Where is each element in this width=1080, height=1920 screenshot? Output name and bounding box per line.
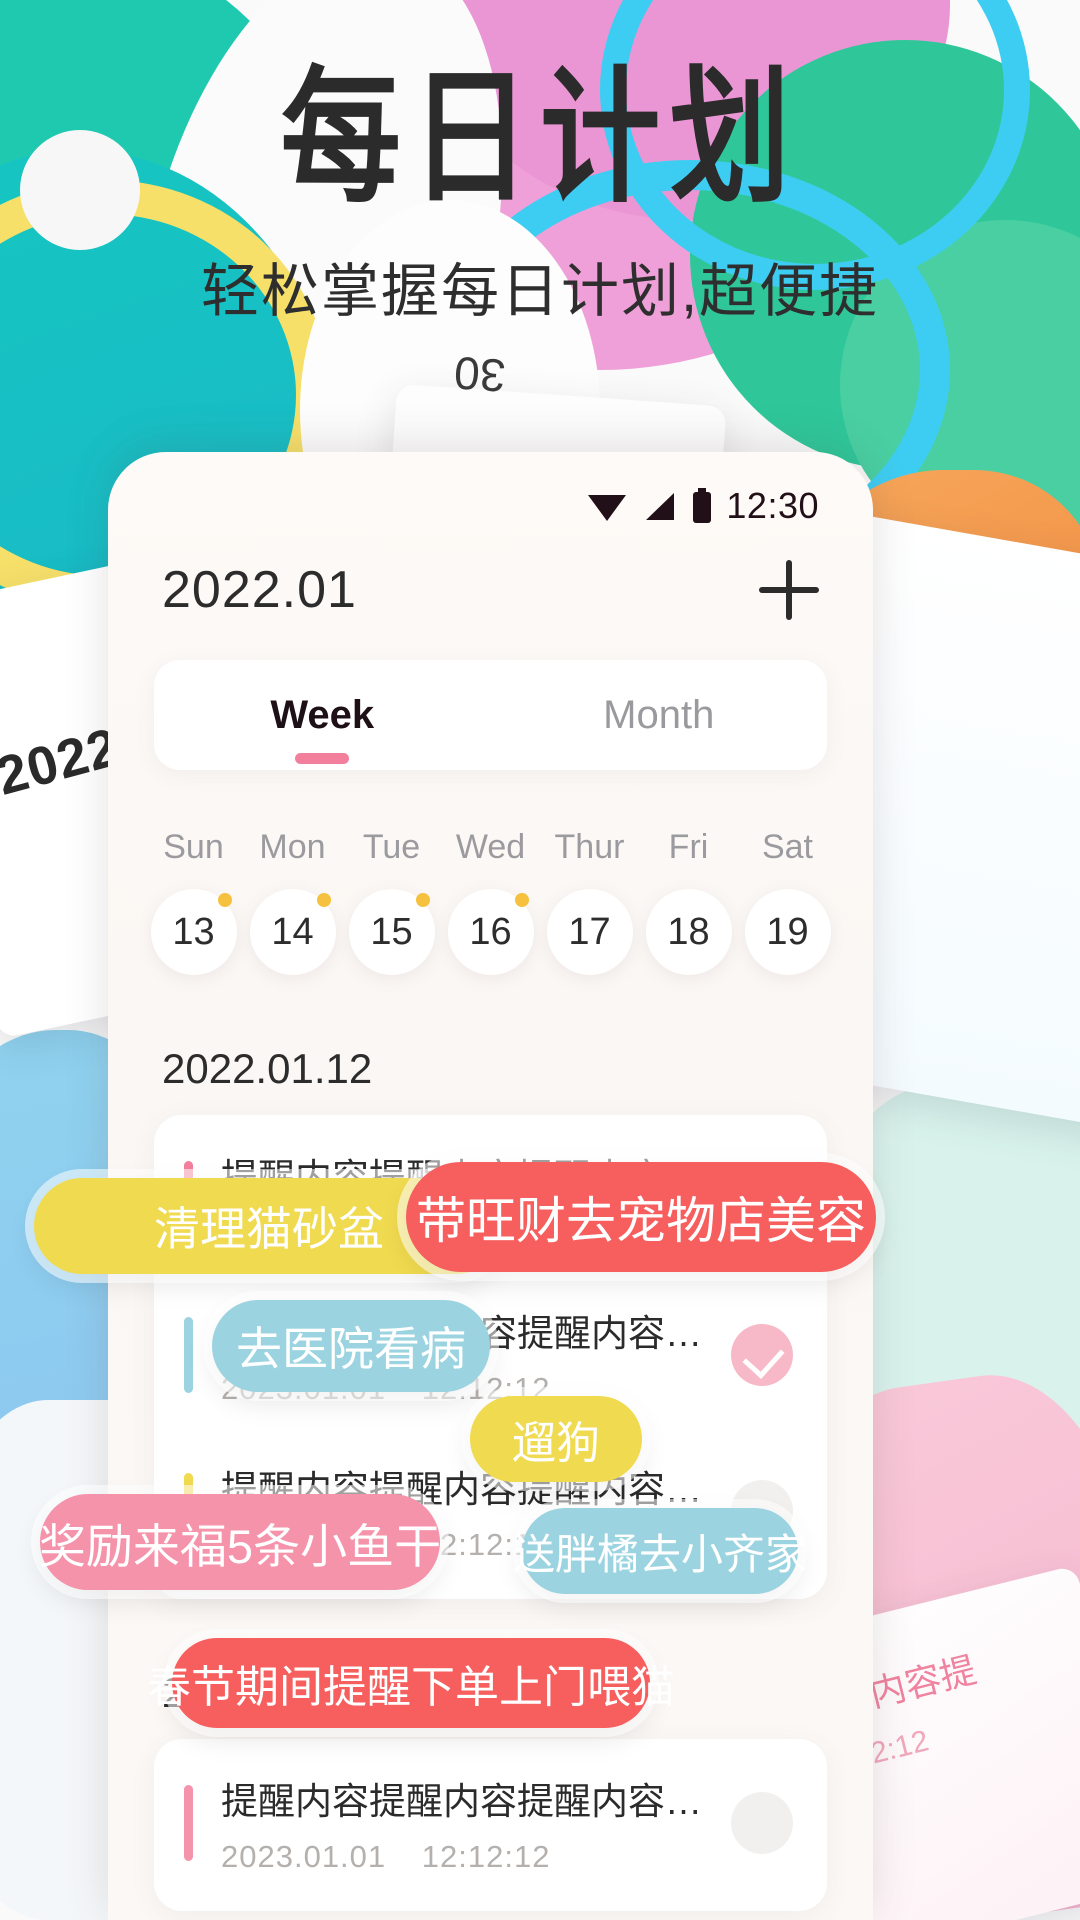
battery-icon <box>693 488 712 523</box>
date-cell[interactable]: 16 <box>441 889 540 975</box>
date-cell[interactable]: 19 <box>738 889 837 975</box>
page-subtitle: 轻松掌握每日计划,超便捷 <box>200 259 880 325</box>
task-time: 12:12:12 <box>421 1839 551 1874</box>
annotation-pill-walk-dog: 遛狗 <box>470 1396 642 1482</box>
task-checkbox-checked[interactable] <box>731 1324 793 1386</box>
task-date: 2023.01.01 <box>221 1839 387 1874</box>
date-cell[interactable]: 15 <box>342 889 441 975</box>
date-number[interactable]: 19 <box>744 889 831 975</box>
task-row[interactable]: 提醒内容提醒内容提醒内容提醒… 2023.01.01 12:12:12 <box>154 1745 827 1901</box>
wifi-icon <box>588 495 627 521</box>
weekday-sun: Sun <box>163 828 224 866</box>
weekday-header-row: Sun Mon Tue Wed Thur Fri Sat <box>144 828 837 867</box>
task-dot-icon <box>514 893 529 907</box>
task-color-bar <box>184 1785 193 1861</box>
section-date-header: 2022.01.12 <box>162 1045 373 1092</box>
date-number[interactable]: 18 <box>645 889 732 975</box>
task-title: 提醒内容提醒内容提醒内容提醒… <box>221 1781 731 1822</box>
app-bar: 2022.01 <box>108 538 873 630</box>
status-bar-time: 12:30 <box>726 485 819 526</box>
date-cell[interactable]: 18 <box>639 889 738 975</box>
annotation-pill-hospital-visit: 去医院看病 <box>212 1300 490 1392</box>
annotation-pill-spring-festival: 春节期间提醒下单上门喂猫 <box>147 1638 675 1728</box>
weekday-wed: Wed <box>455 828 526 866</box>
hero-header: 每日计划 轻松掌握每日计划,超便捷 <box>0 62 1080 328</box>
view-mode-tabs: Week Month <box>154 660 827 770</box>
weekday-sat: Sat <box>761 828 814 866</box>
status-bar: 12:30 <box>108 452 873 538</box>
task-card: 提醒内容提醒内容提醒内容提醒… 2023.01.01 12:12:12 <box>154 1739 827 1911</box>
current-month-label: 2022.01 <box>162 561 357 619</box>
weekday-tue: Tue <box>362 828 421 866</box>
background-card-middle-text: 30 <box>452 346 508 403</box>
tab-week[interactable]: Week <box>154 693 491 738</box>
date-cell[interactable]: 13 <box>144 889 243 975</box>
annotation-pill-pet-grooming: 带旺财去宠物店美容 <box>406 1162 876 1272</box>
weekday-fri: Fri <box>668 828 709 866</box>
task-dot-icon <box>316 893 331 907</box>
page-title: 每日计划 <box>280 53 800 224</box>
task-checkbox[interactable] <box>731 1792 793 1854</box>
task-color-bar <box>184 1317 193 1393</box>
annotation-pill-send-cat: 送胖橘去小齐家 <box>513 1508 807 1594</box>
weekday-mon: Mon <box>259 828 326 866</box>
tab-month[interactable]: Month <box>491 693 828 738</box>
signal-icon <box>646 493 675 520</box>
add-task-button[interactable] <box>759 560 819 620</box>
task-timestamp: 2023.01.01 12:12:12 <box>221 1839 731 1875</box>
date-strip: 13 14 15 16 17 18 19 <box>144 889 837 975</box>
date-cell[interactable]: 14 <box>243 889 342 975</box>
task-dot-icon <box>415 893 430 907</box>
date-cell[interactable]: 17 <box>540 889 639 975</box>
weekday-thur: Thur <box>554 828 625 866</box>
date-number[interactable]: 17 <box>546 889 633 975</box>
annotation-pill-reward-fish: 奖励来福5条小鱼干 <box>39 1494 441 1590</box>
task-dot-icon <box>217 893 232 907</box>
